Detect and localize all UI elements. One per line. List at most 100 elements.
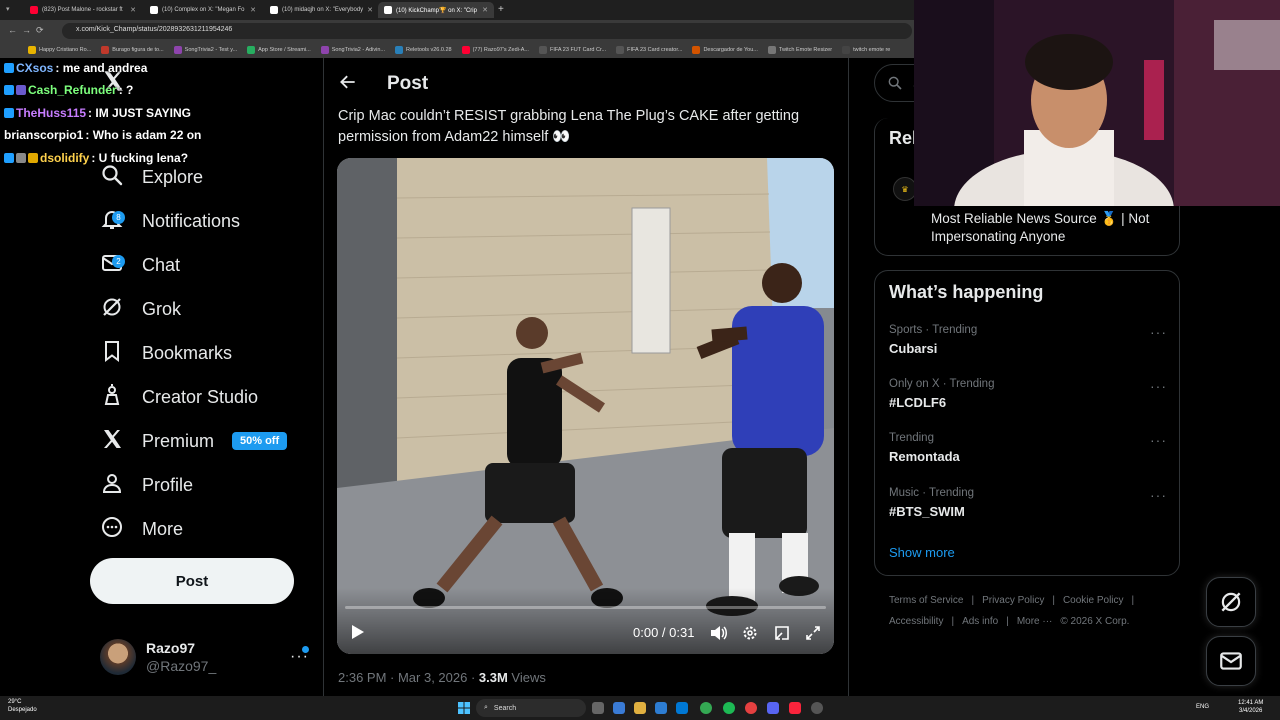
nav-more[interactable]: More: [100, 509, 183, 549]
footer-link-accessibility[interactable]: Accessibility: [889, 616, 943, 627]
music-icon[interactable]: [789, 702, 801, 714]
premium-offer-badge: 50% off: [232, 432, 288, 450]
close-icon[interactable]: ✕: [367, 6, 373, 14]
youtube-icon: [30, 6, 38, 14]
post-date: 2:36 PM · Mar 3, 2026 ·: [338, 670, 479, 685]
discord-icon[interactable]: [767, 702, 779, 714]
weather-temp: 29°C: [8, 699, 22, 705]
trend-more-button[interactable]: ···: [1150, 487, 1167, 503]
tab-label: (10) KickChamp🏆 on X: "Crip: [396, 7, 477, 14]
trend-more-button[interactable]: ···: [1150, 324, 1167, 340]
bookmark[interactable]: Twitch Emote Resizer: [767, 46, 832, 54]
footer-link-terms[interactable]: Terms of Service: [889, 595, 963, 606]
settings-gear-icon[interactable]: [742, 625, 758, 646]
nav-bookmarks[interactable]: Bookmarks: [100, 333, 232, 373]
play-icon[interactable]: [349, 624, 365, 645]
browser-tab[interactable]: (10) midaqjh on X: "Everybody ✕: [264, 2, 376, 18]
bookmark-icon: [842, 46, 851, 54]
bookmark[interactable]: Burago figura de to...: [101, 46, 164, 54]
nav-creator-studio[interactable]: Creator Studio: [100, 377, 258, 417]
volume-icon[interactable]: [710, 625, 728, 646]
x-logo-icon: [100, 427, 124, 456]
language-indicator[interactable]: ENG: [1196, 704, 1209, 710]
chat-message: CXsos: me and andrea: [4, 61, 147, 75]
back-arrow-icon[interactable]: [338, 72, 358, 92]
chat-badge-icon: [4, 108, 14, 118]
video-progress-track[interactable]: [345, 606, 826, 609]
bookmark[interactable]: Reletools v26.0.28: [395, 46, 452, 54]
footer-link-privacy[interactable]: Privacy Policy: [982, 595, 1044, 606]
account-name[interactable]: Razo97: [146, 640, 195, 656]
account-handle[interactable]: @Razo97_: [146, 658, 216, 674]
spotify-icon[interactable]: [723, 702, 735, 714]
pip-icon[interactable]: [774, 625, 790, 646]
bookmark[interactable]: App Store / Streami...: [247, 46, 311, 54]
whats-happening-title: What’s happening: [889, 282, 1044, 302]
trend-more-button[interactable]: ···: [1150, 432, 1167, 448]
trend-category: Music · Trending: [889, 487, 975, 499]
footer-link-cookies[interactable]: Cookie Policy: [1063, 595, 1124, 606]
windows-start-icon[interactable]: [458, 701, 470, 714]
more-circle-icon: [100, 515, 124, 544]
nav-premium[interactable]: Premium 50% off: [100, 421, 288, 461]
chrome-icon[interactable]: [700, 702, 712, 714]
messages-fab-button[interactable]: [1206, 636, 1256, 686]
task-view-icon[interactable]: [592, 702, 604, 714]
chat-text: : me and andrea: [55, 61, 148, 75]
browser-tab[interactable]: (823) Post Malone - rockstar ft ✕: [24, 2, 142, 18]
nav-notifications[interactable]: 8 Notifications: [100, 201, 240, 241]
footer-link-more[interactable]: More ···: [1017, 616, 1053, 627]
mail-icon: [1220, 652, 1242, 670]
bookmark[interactable]: Happy Cristiano Ro...: [28, 46, 91, 54]
folder-icon[interactable]: [634, 702, 646, 714]
bookmark[interactable]: SongTrivia2 - Test y...: [173, 46, 237, 54]
close-icon[interactable]: ✕: [250, 6, 256, 14]
close-icon[interactable]: ✕: [482, 6, 488, 14]
browser-tab-active[interactable]: (10) KickChamp🏆 on X: "Crip ✕: [378, 2, 494, 18]
tab-list-icon[interactable]: ▾: [6, 5, 10, 13]
footer-link-ads[interactable]: Ads info: [962, 616, 998, 627]
show-more-link[interactable]: Show more: [889, 545, 955, 560]
nav-grok[interactable]: Grok: [100, 289, 181, 329]
views-count: 3.3M: [478, 670, 508, 685]
chat-message: Cash_Refunder: ?: [4, 83, 133, 97]
bookmark[interactable]: (77) Razo97's Zedi-A...: [461, 46, 529, 54]
bookmark[interactable]: FIFA 23 FUT Card Cr...: [538, 46, 606, 54]
system-clock[interactable]: 12:41 AM 3/4/2026: [1238, 699, 1263, 715]
grok-icon: [1221, 592, 1241, 612]
obs-icon[interactable]: [811, 702, 823, 714]
bookmark[interactable]: SongTrivia2 - Adivin...: [320, 46, 385, 54]
fullscreen-icon[interactable]: [805, 625, 821, 646]
chat-username: brianscorpio1: [4, 128, 84, 142]
bookmark[interactable]: Descargador de You...: [692, 46, 758, 54]
bookmark-icon: [247, 46, 256, 54]
app-icon[interactable]: [745, 702, 757, 714]
bookmark-icon: [100, 339, 124, 368]
chat-username: CXsos: [16, 61, 54, 75]
edge-icon[interactable]: [613, 702, 625, 714]
close-icon[interactable]: ✕: [130, 6, 136, 14]
bookmark[interactable]: FIFA 23 Card creator...: [616, 46, 682, 54]
trend-item[interactable]: #LCDLF6: [889, 395, 946, 410]
post-button[interactable]: Post: [90, 558, 294, 604]
nav-chat[interactable]: 2 Chat: [100, 245, 180, 285]
nav-profile[interactable]: Profile: [100, 465, 193, 505]
trend-more-button[interactable]: ···: [1150, 378, 1167, 394]
avatar[interactable]: [100, 639, 136, 675]
trend-item[interactable]: Remontada: [889, 449, 960, 464]
nav-buttons[interactable]: ←→⟳: [8, 25, 49, 36]
grok-fab-button[interactable]: [1206, 577, 1256, 627]
weather-widget[interactable]: 29°C Despejado: [8, 698, 37, 714]
trend-item[interactable]: Cubarsi: [889, 341, 937, 356]
trend-item[interactable]: #BTS_SWIM: [889, 504, 965, 519]
url-input[interactable]: x.com/Kick_Champ/status/2028932631211954…: [62, 23, 912, 39]
mail-app-icon[interactable]: [676, 702, 688, 714]
taskbar-search[interactable]: ⌕ Search: [476, 699, 586, 717]
search-icon: [100, 163, 124, 192]
column-divider: [848, 58, 849, 696]
video-player[interactable]: 0:00 / 0:31: [337, 158, 834, 654]
browser-tab[interactable]: (10) Complex on X: "Megan Fo ✕: [144, 2, 262, 18]
new-tab-button[interactable]: +: [498, 4, 504, 15]
bookmark[interactable]: twitch emote re: [842, 46, 890, 54]
store-icon[interactable]: [655, 702, 667, 714]
